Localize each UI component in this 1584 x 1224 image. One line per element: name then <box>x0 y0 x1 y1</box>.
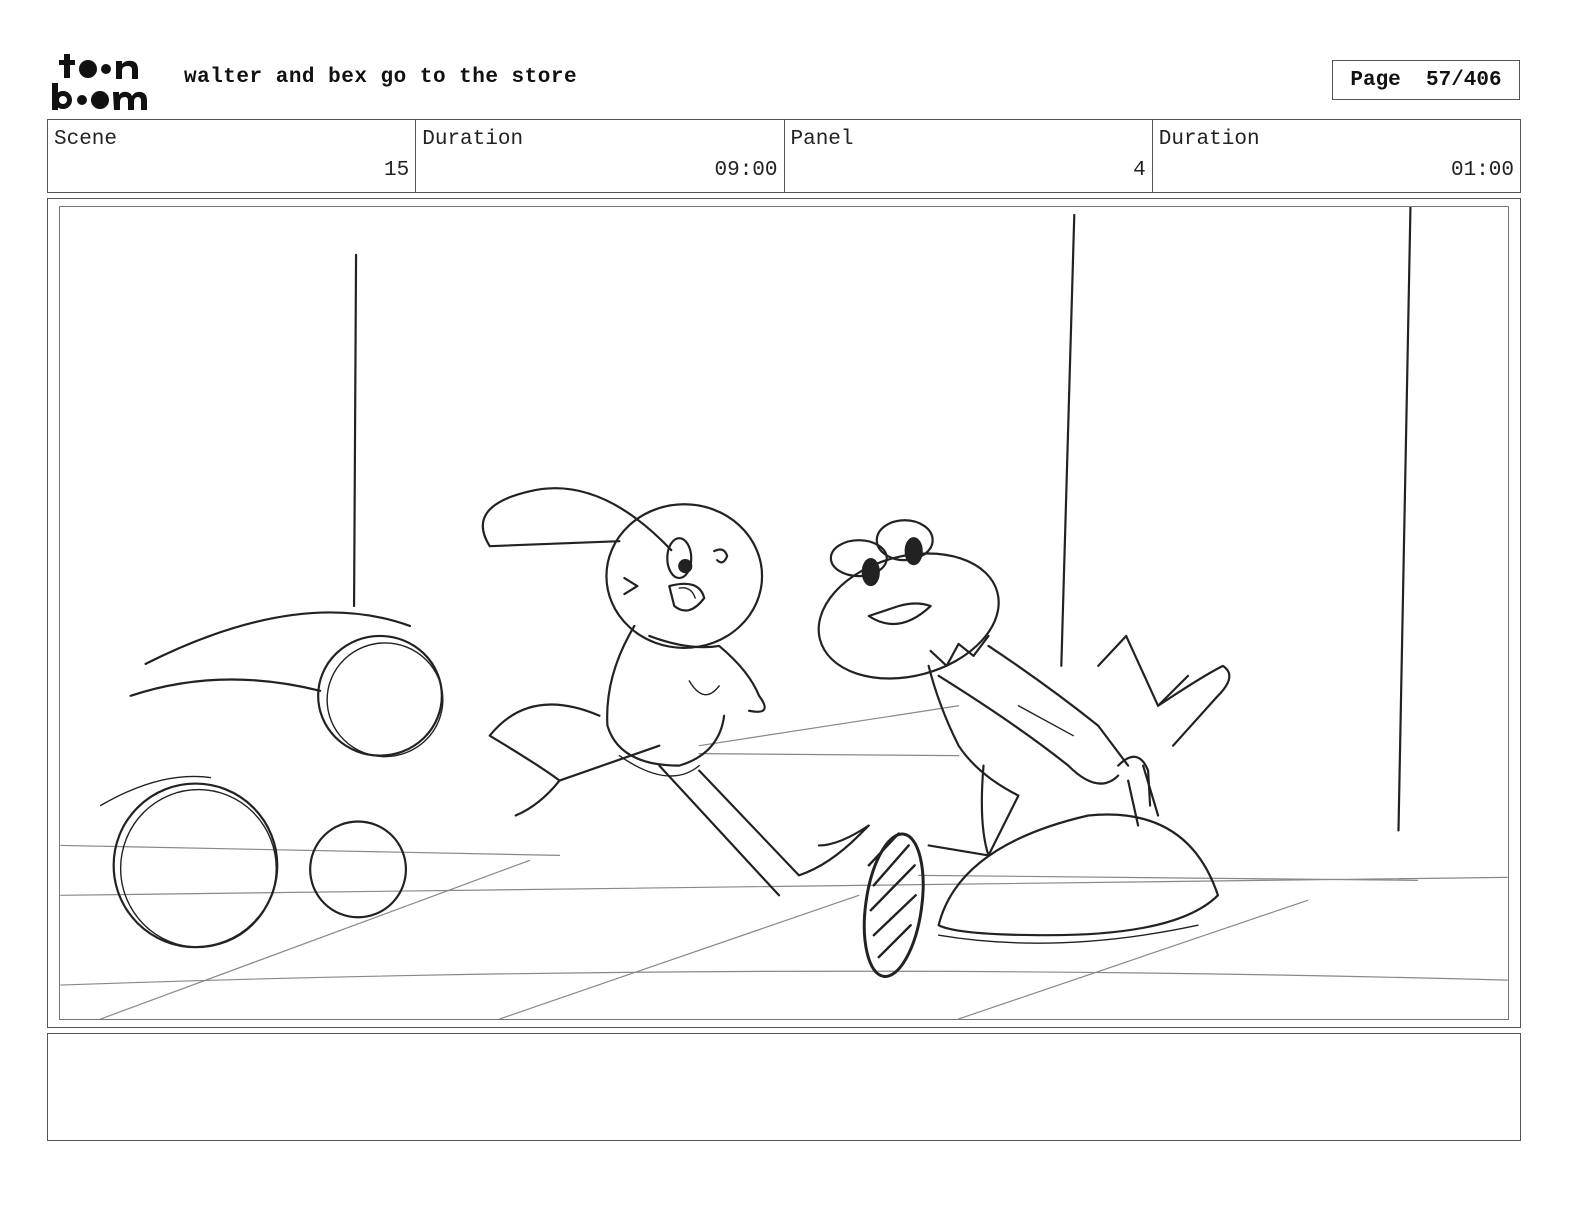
panel-value: 4 <box>1133 159 1146 182</box>
panel-duration-value: 01:00 <box>1450 159 1514 182</box>
scene-info-row: Scene 15 Duration 09:00 Panel 4 Duration… <box>47 119 1521 193</box>
scene-value: 15 <box>384 159 410 182</box>
panel-duration-label: Duration <box>1158 128 1260 151</box>
toon-boom-logo <box>50 50 162 112</box>
storyboard-sketch-icon <box>60 207 1508 1019</box>
scene-cell: Scene 15 <box>48 120 417 192</box>
page-label: Page <box>1350 68 1401 92</box>
scene-duration-label: Duration <box>422 128 524 151</box>
panel-image <box>59 206 1509 1020</box>
scene-duration-value: 09:00 <box>714 159 778 182</box>
panel-cell: Panel 4 <box>785 120 1153 192</box>
logo-icon <box>52 54 147 110</box>
panel-notes <box>47 1033 1521 1141</box>
page-number: 57/406 <box>1426 68 1502 92</box>
page-indicator: Page 57/406 <box>1332 60 1520 100</box>
scene-duration-cell: Duration 09:00 <box>416 120 785 192</box>
project-title: walter and bex go to the store <box>184 66 578 89</box>
panel-label: Panel <box>790 128 854 151</box>
panel-duration-cell: Duration 01:00 <box>1153 120 1520 192</box>
scene-label: Scene <box>54 128 118 151</box>
